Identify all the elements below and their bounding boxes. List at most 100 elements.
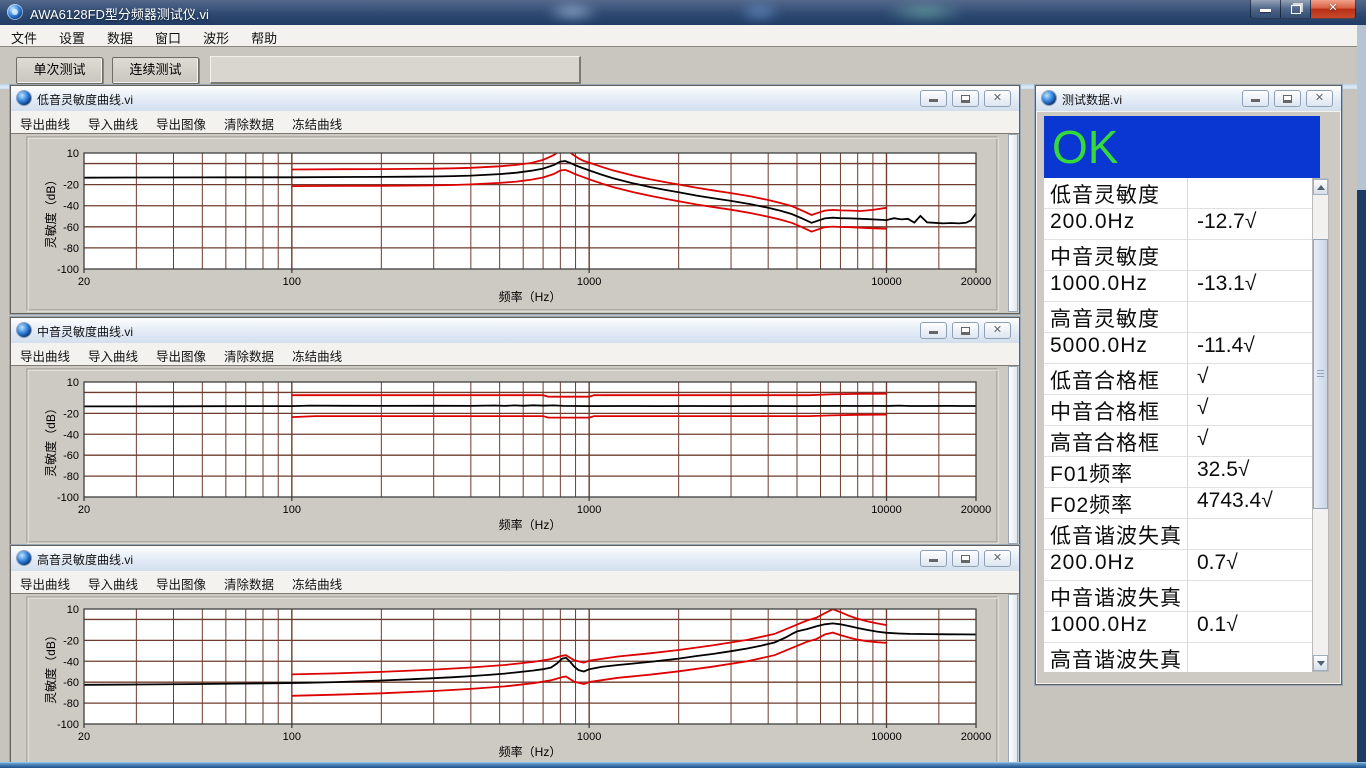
chart-menu-item-4[interactable]: 冻结曲线 [283,343,351,365]
chart-panel: 201001000100002000010-20-40-60-80-100频率（… [11,134,1019,313]
chart-menu-item-3[interactable]: 清除数据 [215,343,283,365]
table-row: 低音合格框√ [1044,364,1320,395]
restore-button[interactable] [1274,90,1301,107]
x-tick-label: 20 [78,504,90,516]
vertical-scrollbar[interactable] [1008,366,1018,544]
table-row: F01频率32.5√ [1044,457,1320,488]
chart-menu-item-0[interactable]: 导出曲线 [11,571,79,593]
row-label: 高音合格框 [1050,427,1160,457]
y-tick-label: -80 [63,698,79,710]
close-button[interactable]: ✕ [1311,0,1356,19]
chart-menu-item-4[interactable]: 冻结曲线 [283,111,351,133]
table-row: 低音灵敏度 [1044,178,1320,209]
glass-reflection [737,2,782,22]
y-tick-label: -20 [63,180,79,192]
vi-icon [17,551,31,565]
data-window-titlebar[interactable]: 测试数据.vi ✕ [1036,86,1341,112]
x-tick-label: 20000 [961,504,992,516]
minimize-button[interactable] [920,90,947,107]
chart-menu-item-1[interactable]: 导入曲线 [79,343,147,365]
chart-menu-item-0[interactable]: 导出曲线 [11,343,79,365]
chart-menubar: 导出曲线导入曲线导出图像清除数据冻结曲线 [11,571,1019,594]
x-tick-label: 100 [283,731,301,743]
y-tick-label: -40 [63,656,79,668]
scrollbar-thumb[interactable] [1313,239,1328,509]
plot-area [84,382,976,497]
x-tick-label: 20 [78,731,90,743]
restore-button[interactable] [1281,0,1311,19]
menu-item-2[interactable]: 数据 [96,25,144,47]
row-label: F02频率 [1050,489,1133,519]
row-label: F01频率 [1050,458,1133,488]
row-label: 中音合格框 [1050,396,1160,426]
chart-menu-item-4[interactable]: 冻结曲线 [283,571,351,593]
y-tick-label: 10 [67,604,79,616]
vi-icon [17,91,31,105]
menu-item-4[interactable]: 波形 [192,25,240,47]
toolbar: 单次测试 连续测试 [0,47,1366,84]
close-button[interactable]: ✕ [984,322,1011,339]
chart-window-title: 高音灵敏度曲线.vi [37,551,133,568]
minimize-button[interactable] [920,322,947,339]
vertical-scrollbar[interactable] [1008,134,1018,312]
row-value: √ [1197,396,1209,420]
single-test-button[interactable]: 单次测试 [16,57,103,84]
y-tick-label: 10 [67,377,79,389]
y-tick-label: -20 [63,635,79,647]
result-table: 低音灵敏度200.0Hz-12.7√中音灵敏度1000.0Hz-13.1√高音灵… [1044,178,1320,672]
main-window-title: AWA6128FD型分频器测试仪.vi [30,4,209,23]
restore-button[interactable] [952,322,979,339]
glass-reflection [545,2,600,22]
x-tick-label: 100 [283,504,301,516]
table-row: 中音合格框 √ [1044,395,1320,426]
chart-menu-item-3[interactable]: 清除数据 [215,571,283,593]
glass-reflection [885,2,965,22]
menu-item-1[interactable]: 设置 [48,25,96,47]
restore-button[interactable] [952,550,979,567]
continuous-test-button[interactable]: 连续测试 [112,57,199,84]
minimize-button[interactable] [920,550,947,567]
data-window-title: 测试数据.vi [1062,91,1122,108]
row-label: 低音谐波失真 [1050,520,1182,550]
row-value: -11.4√ [1197,334,1255,358]
row-value: 0.1√ [1197,613,1238,637]
minimize-button[interactable] [1250,0,1281,19]
menu-item-5[interactable]: 帮助 [240,25,288,47]
restore-button[interactable] [952,90,979,107]
close-button[interactable]: ✕ [984,90,1011,107]
row-label: 200.0Hz [1050,551,1135,575]
chart-window-title: 低音灵敏度曲线.vi [37,91,133,108]
y-tick-label: -60 [63,677,79,689]
row-label: 低音灵敏度 [1050,179,1160,209]
chart-menu-item-1[interactable]: 导入曲线 [79,111,147,133]
chart-window-titlebar[interactable]: 中音灵敏度曲线.vi ✕ [11,318,1019,344]
vi-icon [17,323,31,337]
row-value: -13.1√ [1197,272,1256,296]
row-value: -12.7√ [1197,210,1256,234]
chart-menu-item-3[interactable]: 清除数据 [215,111,283,133]
vertical-scrollbar[interactable] [1312,178,1329,672]
menu-item-3[interactable]: 窗口 [144,25,192,47]
row-label: 200.0Hz [1050,210,1135,234]
table-row: 200.0Hz -12.7√ [1044,209,1320,240]
chart-menu-item-2[interactable]: 导出图像 [147,343,215,365]
table-row: 高音灵敏度 [1044,302,1320,333]
menu-item-0[interactable]: 文件 [0,25,48,47]
minimize-button[interactable] [1242,90,1269,107]
chart-menu-item-0[interactable]: 导出曲线 [11,111,79,133]
main-titlebar[interactable]: AWA6128FD型分频器测试仪.vi ✕ [0,0,1366,25]
close-button[interactable]: ✕ [1306,90,1333,107]
close-button[interactable]: ✕ [984,550,1011,567]
chart-menu-item-2[interactable]: 导出图像 [147,111,215,133]
scroll-up-button[interactable] [1313,179,1328,195]
row-value: √ [1197,365,1209,389]
y-tick-label: -100 [57,719,79,731]
chart-menu-item-1[interactable]: 导入曲线 [79,571,147,593]
scroll-down-button[interactable] [1313,655,1328,671]
vertical-scrollbar[interactable] [1008,594,1018,768]
table-row: 低音谐波失真 [1044,519,1320,550]
status-text: OK [1052,120,1118,174]
chart-window-titlebar[interactable]: 高音灵敏度曲线.vi ✕ [11,546,1019,572]
chart-menu-item-2[interactable]: 导出图像 [147,571,215,593]
chart-window-titlebar[interactable]: 低音灵敏度曲线.vi ✕ [11,86,1019,112]
